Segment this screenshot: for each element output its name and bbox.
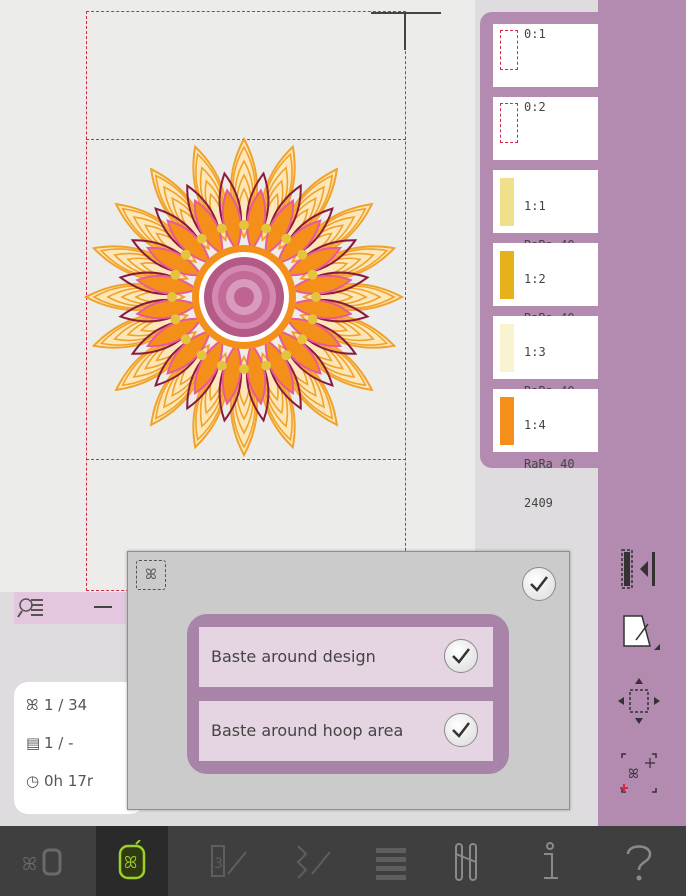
move-position-icon[interactable]	[614, 676, 664, 726]
baste-hoop-checkbox[interactable]	[444, 713, 478, 747]
butterfly-icon: ꕤ	[26, 696, 39, 714]
clock-icon: ◷	[26, 772, 40, 790]
check-icon	[530, 576, 548, 592]
thread-brand: RaRa 40	[524, 457, 575, 471]
svg-text:ꕤ: ꕤ	[124, 853, 137, 872]
svg-text:3: 3	[214, 856, 223, 872]
time-value: 0h 17r	[44, 772, 94, 790]
jump-to-stitch-icon[interactable]	[614, 544, 664, 594]
color-swatch	[500, 103, 518, 143]
color-block-id: 1:4	[524, 418, 546, 432]
design-info-box: ꕤ 1 / 34 ▤ 1 / - ◷ 0h 17r	[14, 682, 144, 814]
color-block-id: 1:3	[524, 345, 546, 359]
option-label: Baste around design	[211, 647, 376, 666]
option-label: Baste around hoop area	[211, 721, 404, 740]
check-icon	[452, 648, 470, 664]
color-swatch	[500, 324, 514, 372]
zoom-out-icon[interactable]	[94, 606, 112, 608]
trace-design-icon[interactable]: ꕤ	[614, 748, 664, 798]
zoom-list-icon[interactable]	[16, 593, 46, 623]
design-shape-icon[interactable]	[614, 610, 664, 660]
color-block[interactable]: 1:2 RaRa 40 2561	[493, 243, 601, 364]
color-swatch	[500, 30, 518, 70]
baste-around-design-option[interactable]: Baste around design	[199, 627, 493, 687]
settings-tools-icon[interactable]	[432, 826, 504, 896]
svg-text:ꕤ: ꕤ	[628, 767, 639, 782]
help-icon[interactable]	[604, 826, 676, 896]
color-block[interactable]: 1:4 RaRa 40 2409	[493, 389, 601, 510]
color-swatch	[500, 178, 514, 226]
embroidery-edit-icon[interactable]: ꕤ	[8, 826, 80, 896]
bottom-nav-bar: ꕤ ꕤ 3	[0, 826, 686, 896]
color-blocks-icon: ▤	[26, 734, 41, 752]
color-block-id: 0:2	[524, 100, 546, 114]
color-block-id: 0:1	[524, 27, 546, 41]
info-icon[interactable]	[516, 826, 588, 896]
svg-text:ꕤ: ꕤ	[22, 854, 37, 875]
zoom-toolbar	[14, 592, 126, 624]
color-block-id: 1:1	[524, 199, 546, 213]
check-icon	[452, 722, 470, 738]
hoop-center-marker-h	[371, 12, 441, 14]
stitch-edit-icon[interactable]	[276, 826, 348, 896]
color-block[interactable]: 0:2	[493, 97, 601, 160]
color-block[interactable]: 0:1	[493, 24, 601, 87]
hoop-divider-bottom	[86, 459, 406, 460]
baste-around-hoop-option[interactable]: Baste around hoop area	[199, 701, 493, 761]
thread-number: 2409	[524, 496, 553, 510]
stitch-count-value: 1 / 34	[44, 696, 88, 714]
color-block[interactable]: 1:1 RaRa 40 2461	[493, 170, 601, 291]
baste-design-checkbox[interactable]	[444, 639, 478, 673]
color-swatch	[500, 251, 514, 299]
basting-options-panel: Baste around design Baste around hoop ar…	[187, 614, 509, 774]
color-swatch	[500, 397, 514, 445]
color-list-icon[interactable]	[356, 826, 428, 896]
popup-confirm-button[interactable]	[522, 567, 556, 601]
color-count-row: ▤ 1 / -	[26, 734, 74, 752]
hoop-center-marker-v	[404, 12, 406, 50]
color-block-id: 1:2	[524, 272, 546, 286]
basting-popup: ꕤ Baste around design Baste around hoop …	[127, 551, 570, 810]
color-count-value: 1 / -	[44, 734, 74, 752]
flower-design[interactable]	[82, 135, 406, 459]
stitch-count-row: ꕤ 1 / 34	[26, 696, 87, 714]
time-row: ◷ 0h 17r	[26, 772, 93, 790]
embroidery-canvas[interactable]	[0, 0, 475, 592]
embroidery-stitchout-icon[interactable]: ꕤ	[96, 826, 168, 896]
color-block[interactable]: 1:3 RaRa 40 2316	[493, 316, 601, 437]
sequence-icon[interactable]: 3	[192, 826, 264, 896]
basting-icon: ꕤ	[136, 560, 166, 590]
